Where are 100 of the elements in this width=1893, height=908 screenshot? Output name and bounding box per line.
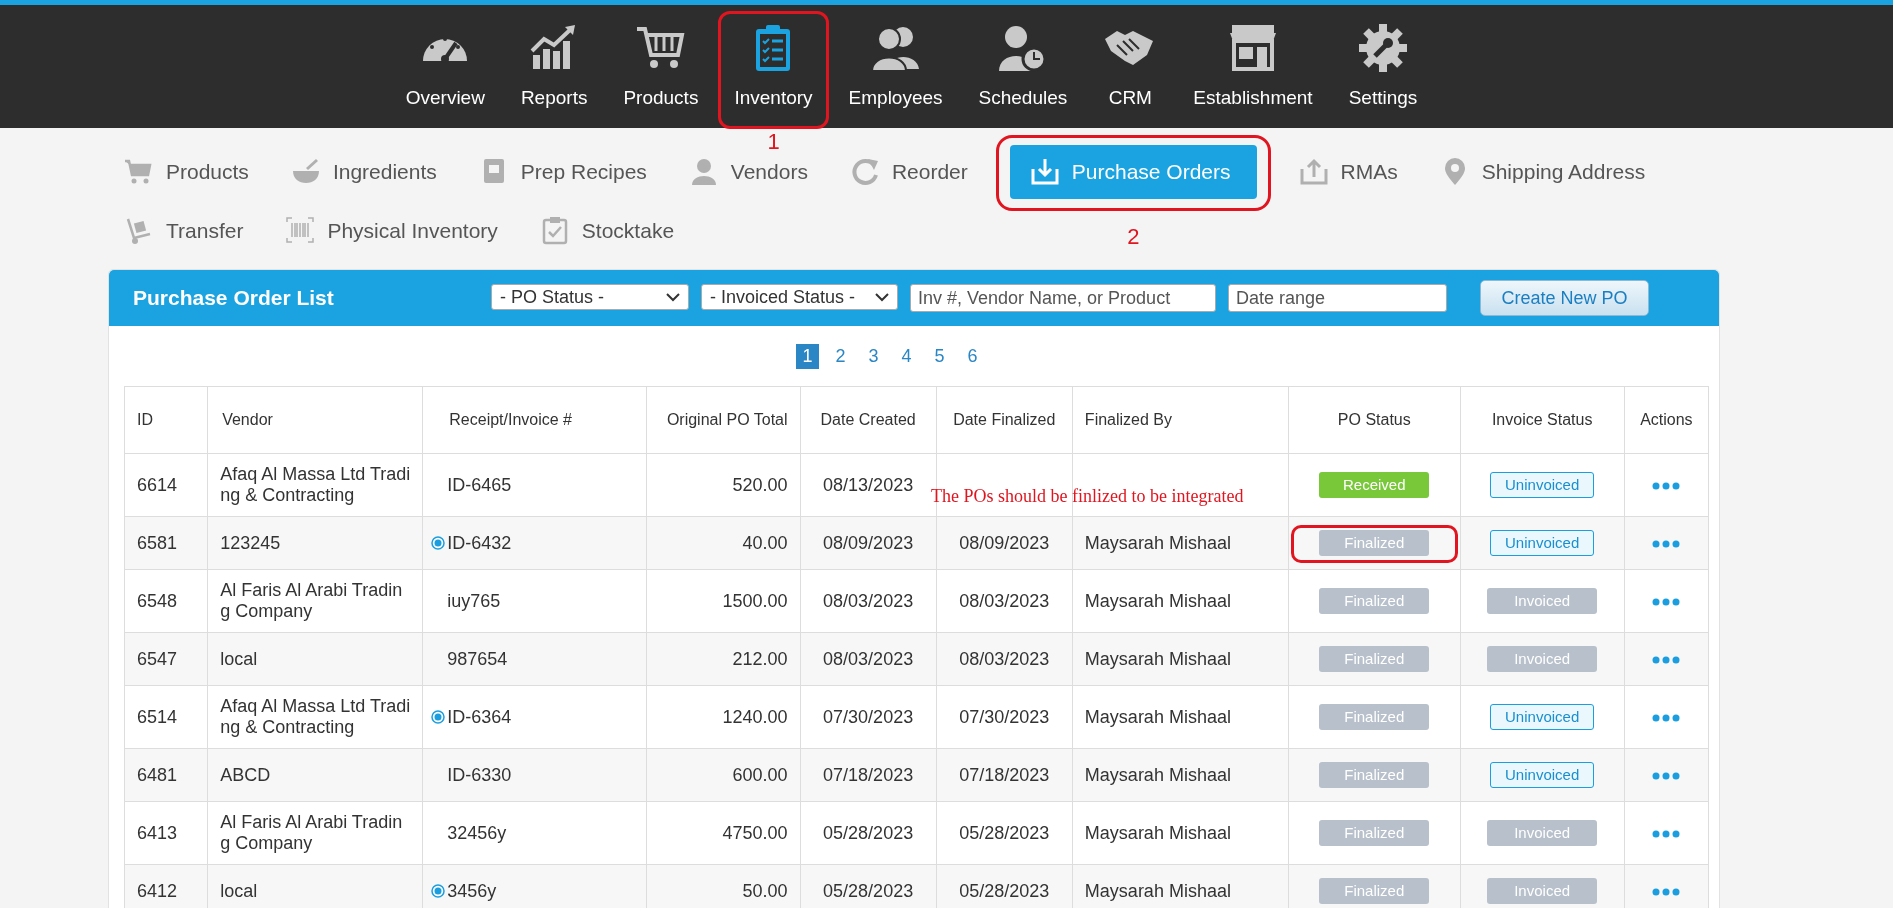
status-badge: Finalized <box>1319 704 1430 730</box>
table-cell: 1500.00 <box>646 569 801 633</box>
upload-tray-icon <box>1298 157 1329 187</box>
table-cell: 08/09/2023 <box>936 516 1073 570</box>
table-cell: 4750.00 <box>646 801 801 865</box>
subnav-tab[interactable]: Vendors <box>688 154 808 190</box>
page-link[interactable]: 3 <box>862 344 885 369</box>
dropdown[interactable]: - PO Status - <box>491 284 689 310</box>
table-cell: Maysarah Mishaal <box>1072 516 1289 570</box>
nav-tab[interactable]: Reports <box>502 5 606 112</box>
column-header: Actions <box>1624 386 1709 454</box>
dropdown[interactable]: - Invoiced Status - <box>701 284 898 310</box>
table-cell: 6581 <box>124 516 208 570</box>
invoice-number: iuy765 <box>447 590 501 611</box>
status-badge: Uninvoiced <box>1490 762 1595 788</box>
invoice-number: 3456y <box>447 880 497 901</box>
table-cell: Al Faris Al Arabi Trading Company <box>207 569 423 633</box>
more-icon[interactable] <box>1652 481 1681 490</box>
table-cell: Maysarah Mishaal <box>1072 801 1289 865</box>
nav-tab[interactable]: CRM <box>1085 5 1176 112</box>
more-icon[interactable] <box>1652 887 1681 896</box>
search-field[interactable]: Inv #, Vendor Name, or Product <box>910 284 1216 312</box>
table-cell: 07/30/2023 <box>800 685 937 749</box>
invoice-number: ID-6364 <box>447 706 512 727</box>
table-cell: Maysarah Mishaal <box>1072 632 1289 686</box>
more-icon[interactable] <box>1652 655 1681 664</box>
table-cell: 40.00 <box>646 516 801 570</box>
table-cell: 07/30/2023 <box>936 685 1073 749</box>
status-badge: Received <box>1319 472 1430 498</box>
annotation-note: The POs should be finlized to be integrated <box>931 486 1244 507</box>
refresh-icon <box>849 157 880 187</box>
column-header: Date Finalized <box>936 386 1073 454</box>
create-button[interactable]: Create New PO <box>1480 280 1649 316</box>
nav-tab[interactable]: Settings <box>1330 5 1436 112</box>
column-header: PO Status <box>1288 386 1461 454</box>
table-cell: 05/28/2023 <box>936 801 1073 865</box>
column-header: Original PO Total <box>646 386 801 454</box>
table-cell: 08/03/2023 <box>936 632 1073 686</box>
table-cell: 6413 <box>124 801 208 865</box>
subnav-tab[interactable]: RMAs <box>1298 154 1398 190</box>
search-field[interactable]: Date range <box>1228 284 1447 312</box>
status-badge: Invoiced <box>1487 820 1598 846</box>
table-cell: 08/03/2023 <box>936 569 1073 633</box>
annotation-number: 1 <box>767 130 780 154</box>
more-icon[interactable] <box>1652 713 1681 722</box>
subnav-tab[interactable]: Products <box>124 154 249 190</box>
page-link[interactable]: 4 <box>895 344 918 369</box>
subnav-tab[interactable]: Shipping Address <box>1439 154 1646 190</box>
table-cell: 6547 <box>124 632 208 686</box>
more-icon[interactable] <box>1652 539 1681 548</box>
invoice-number: 987654 <box>447 648 508 669</box>
page-link[interactable]: 6 <box>961 344 984 369</box>
nav-tab[interactable]: Employees <box>830 5 961 112</box>
status-badge: Invoiced <box>1487 588 1598 614</box>
status-badge: Finalized <box>1319 588 1430 614</box>
invoice-number: ID-6432 <box>447 532 512 553</box>
table-cell: 520.00 <box>646 453 801 517</box>
more-icon[interactable] <box>1652 771 1681 780</box>
invoice-number: ID-6330 <box>447 764 512 785</box>
table-cell: Afaq Al Massa Ltd Trading & Contracting <box>207 685 423 749</box>
status-badge: Uninvoiced <box>1490 472 1595 498</box>
column-header: Receipt/Invoice # <box>422 386 647 454</box>
nav-tab[interactable]: Inventory <box>716 5 831 112</box>
table-cell: 600.00 <box>646 748 801 802</box>
page-link[interactable]: 5 <box>928 344 951 369</box>
page-link[interactable]: 2 <box>829 344 852 369</box>
table-cell: local <box>207 864 423 908</box>
subnav-tab[interactable]: Prep Recipes <box>478 154 647 190</box>
subnav-tab[interactable]: Physical Inventory <box>285 213 498 249</box>
table-cell: 07/18/2023 <box>800 748 937 802</box>
chevron-down-icon <box>666 292 680 302</box>
table-cell: 50.00 <box>646 864 801 908</box>
subnav-tab[interactable]: Reorder <box>849 154 968 190</box>
nav-tab[interactable]: Overview <box>387 5 503 112</box>
status-badge: Invoiced <box>1487 878 1598 904</box>
table-cell: ABCD <box>207 748 423 802</box>
table-cell: 08/03/2023 <box>800 569 937 633</box>
page-link[interactable]: 1 <box>796 344 819 369</box>
table-cell: local <box>207 632 423 686</box>
column-header: Finalized By <box>1072 386 1289 454</box>
table-cell: 6481 <box>124 748 208 802</box>
table-cell: 1240.00 <box>646 685 801 749</box>
status-badge: Invoiced <box>1487 646 1598 672</box>
more-icon[interactable] <box>1652 597 1681 606</box>
subnav-tab[interactable]: Transfer <box>124 213 244 249</box>
status-badge: Finalized <box>1319 878 1430 904</box>
invoice-number: ID-6465 <box>447 474 512 495</box>
nav-tab[interactable]: Products <box>605 5 717 112</box>
subnav-tab[interactable]: Stocktake <box>539 213 675 249</box>
status-badge: Finalized <box>1319 646 1430 672</box>
chevron-down-icon <box>875 292 889 302</box>
table-cell: 6514 <box>124 685 208 749</box>
table-cell: Maysarah Mishaal <box>1072 864 1289 908</box>
more-icon[interactable] <box>1652 829 1681 838</box>
subnav-tab[interactable]: Ingredients <box>290 154 437 190</box>
column-header: Vendor <box>207 386 423 454</box>
column-header: Invoice Status <box>1460 386 1625 454</box>
column-header: ID <box>124 386 208 454</box>
nav-tab[interactable]: Establishment <box>1175 5 1331 112</box>
nav-tab[interactable]: Schedules <box>960 5 1086 112</box>
